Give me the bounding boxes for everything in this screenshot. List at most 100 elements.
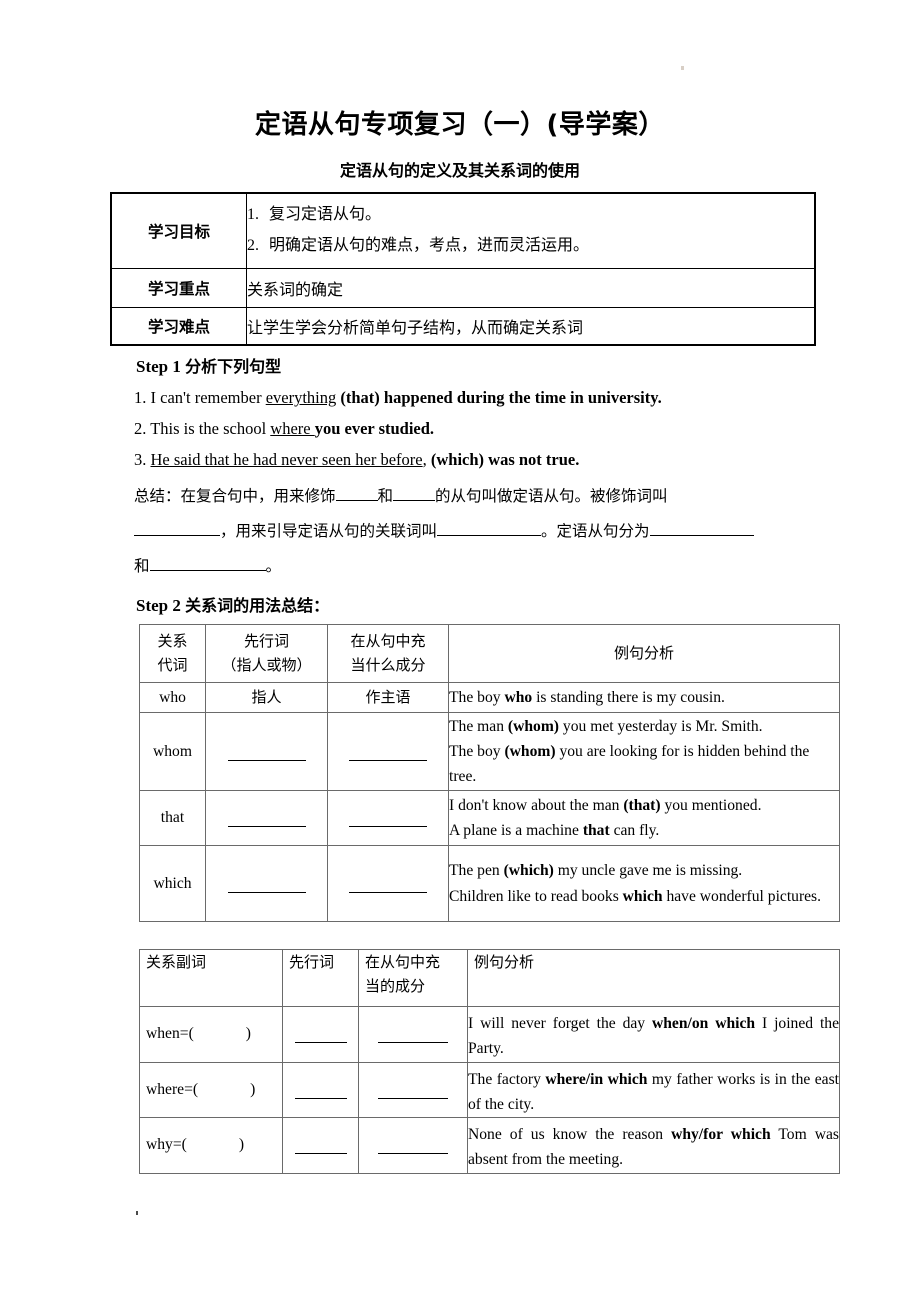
examples-why: None of us know the reason why/for which… <box>467 1117 840 1174</box>
example-sentence: I don't know about the man (that) you me… <box>449 796 762 814</box>
summary-text: 和 <box>134 557 150 575</box>
sentence-bold: (that) happened during the time in unive… <box>336 388 662 407</box>
header-line: 当什么成分 <box>350 655 426 674</box>
examples-whom: The man (whom) you met yesterday is Mr. … <box>448 712 840 791</box>
column-header-antecedent: 先行词 （指人或物） <box>205 624 328 683</box>
table-row: 学习难点 让学生学会分析简单句子结构，从而确定关系词 <box>110 306 816 346</box>
sentence-number: 2. <box>134 419 147 438</box>
learning-objectives-table: 学习目标 1. 复习定语从句。 2. 明确定语从句的难点，考点，进而灵活运用。 学习… <box>110 192 816 346</box>
column-header-antecedent: 先行词 <box>282 949 359 1007</box>
summary-text: 总结：在复合句中，用来修饰 <box>134 487 336 505</box>
column-header-examples: 例句分析 <box>467 949 840 1007</box>
fill-blank[interactable] <box>227 875 306 893</box>
pronoun-that: that <box>139 790 206 846</box>
table-row: where=() The factory where/in which my f… <box>139 1061 840 1118</box>
function-who: 作主语 <box>327 682 449 713</box>
step1-sentence-list: 1. I can't remember everything (that) ha… <box>134 382 834 475</box>
list-item: 2. This is the school where you ever stu… <box>134 413 834 444</box>
step1-heading-en: Step 1 <box>136 357 181 376</box>
antecedent-that-blank[interactable] <box>205 790 328 846</box>
examples-which: The pen (which) my uncle gave me is miss… <box>448 845 840 922</box>
column-header-adverb: 关系副词 <box>139 949 283 1007</box>
adverb-close: ) <box>238 1136 245 1154</box>
adverb-close: ) <box>245 1025 251 1043</box>
antecedent-whom-blank[interactable] <box>205 712 328 791</box>
fill-blank[interactable] <box>227 743 306 761</box>
header-line: 关系 <box>157 632 188 651</box>
sentence-underlined: where <box>270 419 315 438</box>
header-line: 先行词 <box>243 632 289 651</box>
summary-line-1: 总结：在复合句中，用来修饰 和 的从句叫做定语从句。被修饰词叫 <box>134 479 834 514</box>
function-why-blank[interactable] <box>358 1117 468 1174</box>
function-where-blank[interactable] <box>358 1061 468 1118</box>
fill-blank[interactable] <box>393 485 436 501</box>
table-row: that I don't know about the man (that) y… <box>139 790 840 846</box>
table-row: 学习目标 1. 复习定语从句。 2. 明确定语从句的难点，考点，进而灵活运用。 <box>110 192 816 269</box>
examples-that: I don't know about the man (that) you me… <box>448 790 840 846</box>
sentence-plain: , <box>422 450 431 469</box>
table-row: which The pen (which) my uncle gave me i… <box>139 845 840 922</box>
relative-adverb-table: 关系副词 先行词 在从句中充 当的成分 例句分析 when=() I will … <box>139 949 840 1174</box>
fill-blank[interactable] <box>335 485 378 501</box>
list-item: 3. He said that he had never seen her be… <box>134 444 834 475</box>
fill-blank[interactable] <box>378 1081 448 1099</box>
antecedent-where-blank[interactable] <box>282 1061 359 1118</box>
fill-blank[interactable] <box>378 1025 448 1044</box>
fill-blank[interactable] <box>378 1136 448 1155</box>
scan-artifact <box>136 1211 138 1215</box>
function-whom-blank[interactable] <box>327 712 449 791</box>
adverb-word: when=( <box>146 1025 194 1043</box>
page-title: 定语从句专项复习（一）(导学案） <box>255 110 665 140</box>
fill-blank[interactable] <box>227 809 306 827</box>
summary-line-2: ，用来引导定语从句的关联词叫 。定语从句分为 <box>134 514 834 549</box>
sentence-number: 3. <box>134 450 147 469</box>
objective-key-content: 关系词的确定 <box>246 267 816 308</box>
summary-text: 。 <box>265 557 282 575</box>
example-sentence: The pen (which) my uncle gave me is miss… <box>449 862 743 880</box>
list-item: 1. I can't remember everything (that) ha… <box>134 382 834 413</box>
column-header-examples: 例句分析 <box>448 624 840 683</box>
list-number: 2. <box>247 236 259 254</box>
fill-blank[interactable] <box>149 555 266 571</box>
header-line: （指人或物） <box>221 655 312 674</box>
fill-blank[interactable] <box>349 743 427 761</box>
step1-heading: Step 1 分析下列句型 <box>136 353 281 377</box>
sentence-underlined: everything <box>265 388 337 407</box>
fill-blank[interactable] <box>349 875 427 893</box>
fill-blank[interactable] <box>294 1081 347 1099</box>
scan-artifact <box>681 66 684 70</box>
sentence-plain: I can't remember <box>150 388 266 407</box>
table-row: when=() I will never forget the day when… <box>139 1006 840 1063</box>
fill-blank[interactable] <box>649 520 754 536</box>
column-header-function: 在从句中充 当什么成分 <box>327 624 449 683</box>
antecedent-when-blank[interactable] <box>282 1006 359 1063</box>
fill-blank[interactable] <box>134 520 220 536</box>
list-text: 复习定语从句。 <box>269 206 382 224</box>
document-page: 定语从句专项复习（一）(导学案） 定语从句的定义及其关系词的使用 学习目标 1.… <box>0 0 920 1302</box>
adverb-why: why=() <box>139 1117 283 1174</box>
function-which-blank[interactable] <box>327 845 449 922</box>
table-row: who 指人 作主语 The boy who is standing there… <box>139 682 840 713</box>
example-sentence: A plane is a machine that can fly. <box>449 822 660 839</box>
adverb-where: where=() <box>139 1061 283 1118</box>
function-when-blank[interactable] <box>358 1006 468 1063</box>
antecedent-which-blank[interactable] <box>205 845 328 922</box>
pronoun-who: who <box>139 682 206 713</box>
antecedent-why-blank[interactable] <box>282 1117 359 1174</box>
fill-blank[interactable] <box>437 520 542 536</box>
summary-line-3: 和。 <box>134 549 834 584</box>
table-row: 学习重点 关系词的确定 <box>110 267 816 308</box>
fill-blank[interactable] <box>294 1025 347 1044</box>
header-line: 当的成分 <box>365 977 426 995</box>
example-sentence: The boy (whom) you are looking for is hi… <box>449 742 810 786</box>
list-text: 明确定语从句的难点，考点，进而灵活运用。 <box>269 236 590 254</box>
objective-label-goal: 学习目标 <box>110 192 247 269</box>
function-that-blank[interactable] <box>327 790 449 846</box>
example-sentence: Children like to read books which have w… <box>449 887 822 905</box>
fill-blank[interactable] <box>349 809 427 827</box>
fill-blank[interactable] <box>294 1136 347 1155</box>
step2-heading-cn: 关系词的用法总结： <box>185 596 330 615</box>
adverb-word: where=( <box>146 1080 199 1098</box>
table-row: whom The man (whom) you met yesterday is… <box>139 712 840 791</box>
column-header-pronoun: 关系 代词 <box>139 624 206 683</box>
